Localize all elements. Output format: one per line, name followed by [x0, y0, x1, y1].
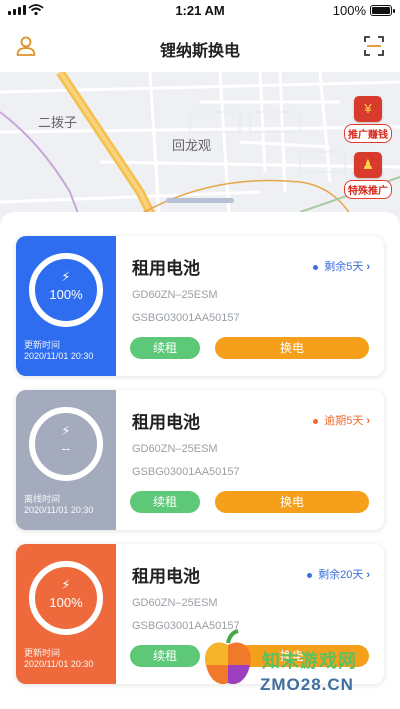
charge-percent: --	[61, 441, 71, 456]
time-value: 2020/11/01 20:30	[24, 505, 94, 515]
user-badge-icon: ♟	[354, 152, 382, 178]
lightning-icon: ⚡	[61, 577, 71, 592]
watermark: 知末游戏网 ZMO28.CN	[200, 619, 400, 709]
rental-status: 逾期5天	[324, 415, 364, 427]
rental-status-link[interactable]: 剩余5天 ›	[313, 258, 370, 274]
battery-serial: GSBG03001AA50157	[132, 312, 240, 324]
time-label: 离线时间	[24, 494, 61, 504]
nav-bar: 锂纳斯换电	[0, 22, 400, 72]
watermark-apple-logo	[205, 629, 251, 685]
chevron-right-icon: ›	[366, 415, 370, 427]
battery-card[interactable]: ⚡ -- 离线时间 2020/11/01 20:30 租用电池 逾期5天 › GD…	[16, 390, 384, 530]
sheet-drag-handle[interactable]	[166, 198, 234, 203]
swap-battery-button[interactable]: 换电	[215, 337, 369, 359]
time-label: 更新时间	[24, 340, 61, 350]
battery-percent: 100%	[332, 3, 366, 18]
battery-icon	[370, 5, 395, 16]
promo-earn-label: 推广赚钱	[344, 124, 392, 143]
battery-charge-panel: ⚡ -- 离线时间 2020/11/01 20:30	[16, 390, 116, 530]
scan-icon[interactable]	[362, 34, 386, 58]
renew-button[interactable]: 续租	[130, 491, 200, 513]
charge-ring: ⚡ 100%	[29, 253, 103, 327]
time-value: 2020/11/01 20:30	[24, 351, 94, 361]
battery-info: 租用电池 剩余5天 › GD60ZN–25ESM GSBG03001AA50157…	[116, 236, 384, 376]
swap-battery-button[interactable]: 换电	[215, 491, 369, 513]
rental-status-link[interactable]: 剩余20天 ›	[307, 566, 370, 582]
watermark-domain: ZMO28.CN	[260, 675, 354, 694]
battery-model: GD60ZN–25ESM	[132, 289, 218, 301]
renew-button[interactable]: 续租	[130, 645, 200, 667]
status-bar: 1:21 AM 100%	[0, 0, 400, 22]
rental-status: 剩余5天	[324, 261, 364, 273]
battery-serial: GSBG03001AA50157	[132, 466, 240, 478]
map-place-label: 二拨子	[38, 115, 78, 130]
renew-button[interactable]: 续租	[130, 337, 200, 359]
battery-info: 租用电池 逾期5天 › GD60ZN–25ESM GSBG03001AA50157…	[116, 390, 384, 530]
promo-special-button[interactable]: ♟ 特殊推广	[344, 152, 392, 199]
map-place-label: 回龙观	[172, 138, 212, 153]
page-title: 锂纳斯换电	[159, 43, 240, 60]
map-view[interactable]: 二拨子 回龙观 ¥ 推广赚钱 ♟ 特殊推广	[0, 72, 400, 232]
status-dot	[313, 418, 319, 424]
battery-charge-panel: ⚡ 100% 更新时间 2020/11/01 20:30	[16, 544, 116, 684]
battery-charge-panel: ⚡ 100% 更新时间 2020/11/01 20:30	[16, 236, 116, 376]
battery-card[interactable]: ⚡ 100% 更新时间 2020/11/01 20:30 租用电池 剩余5天 › …	[16, 236, 384, 376]
charge-ring: ⚡ 100%	[29, 561, 103, 635]
promo-earn-button[interactable]: ¥ 推广赚钱	[344, 96, 392, 143]
chevron-right-icon: ›	[366, 569, 370, 581]
app-screen: 1:21 AM 100% 锂纳斯换电 二拨子 回龙观 ¥ 推广赚钱 ♟ 特殊推广…	[0, 0, 400, 709]
charge-percent: 100%	[49, 595, 83, 610]
time-label: 更新时间	[24, 648, 61, 658]
rental-status-link[interactable]: 逾期5天 ›	[313, 412, 370, 428]
battery-name: 租用电池	[132, 567, 200, 586]
promo-special-label: 特殊推广	[344, 180, 392, 199]
coin-gift-icon: ¥	[354, 96, 382, 122]
watermark-text: 知末游戏网	[262, 651, 357, 671]
battery-model: GD60ZN–25ESM	[132, 597, 218, 609]
rental-status: 剩余20天	[318, 569, 364, 581]
charge-percent: 100%	[49, 287, 83, 302]
battery-name: 租用电池	[132, 413, 200, 432]
lightning-icon: ⚡	[61, 423, 71, 438]
chevron-right-icon: ›	[366, 261, 370, 273]
charge-ring: ⚡ --	[29, 407, 103, 481]
time-value: 2020/11/01 20:30	[24, 659, 94, 669]
lightning-icon: ⚡	[61, 269, 71, 284]
status-dot	[313, 264, 319, 270]
battery-name: 租用电池	[132, 259, 200, 278]
battery-model: GD60ZN–25ESM	[132, 443, 218, 455]
status-dot	[307, 572, 313, 578]
